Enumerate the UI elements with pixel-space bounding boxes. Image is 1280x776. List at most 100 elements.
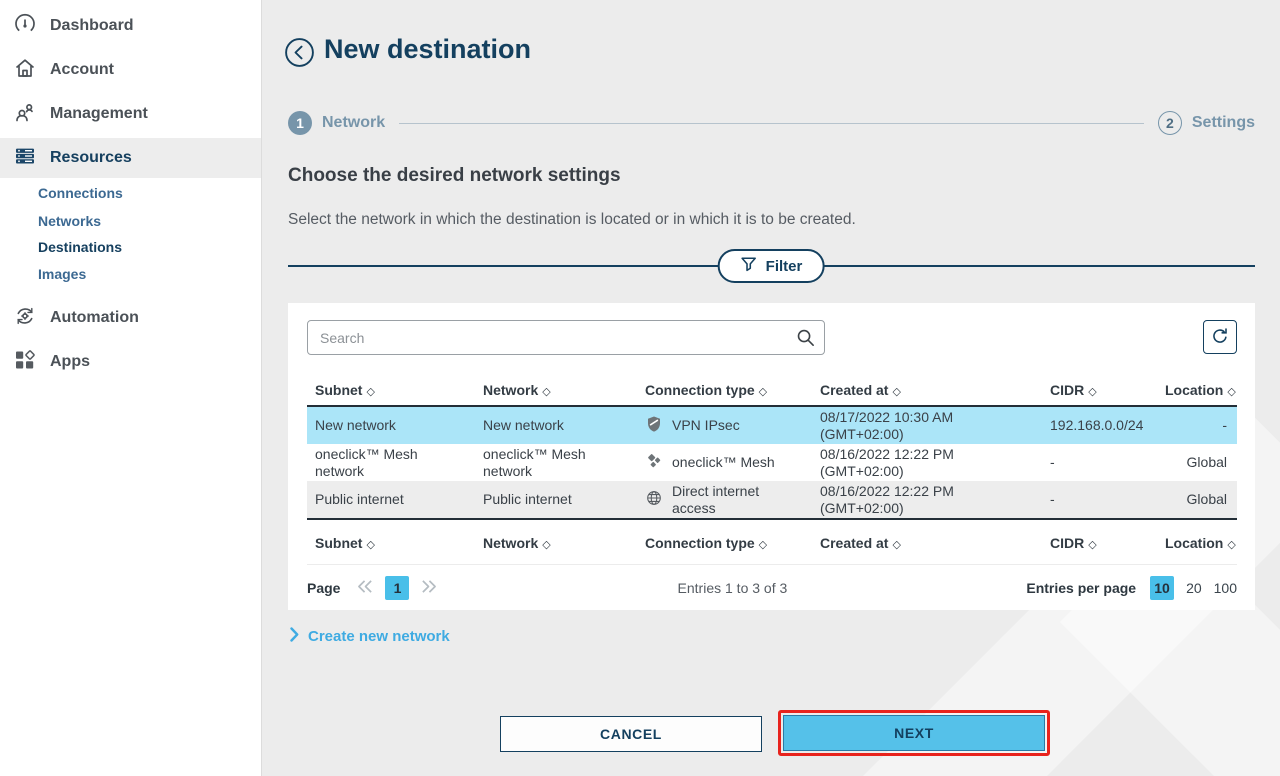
- column-header-subnet[interactable]: Subnet ◇: [307, 382, 475, 398]
- mesh-icon: [645, 452, 663, 474]
- entries-per-page-label: Entries per page: [1026, 579, 1137, 596]
- table-row[interactable]: oneclick™ Mesh network oneclick™ Mesh ne…: [307, 444, 1237, 482]
- main-content: New destination 1 Network 2 Settings Cho…: [262, 0, 1280, 776]
- search-icon[interactable]: [795, 327, 816, 353]
- shield-icon: [645, 415, 663, 437]
- server-icon: [13, 144, 37, 173]
- sidebar-item-connections[interactable]: Connections: [38, 182, 123, 204]
- cell-subnet: oneclick™ Mesh network: [315, 446, 418, 479]
- cell-location: -: [1222, 417, 1227, 434]
- create-new-network-link[interactable]: Create new network: [290, 627, 450, 646]
- network-table-card: Subnet◇ Network◇ Connection type◇ Create…: [288, 303, 1255, 610]
- sidebar-item-label: Management: [50, 105, 148, 122]
- current-page-indicator[interactable]: 1: [385, 575, 410, 600]
- table-row[interactable]: Public internet Public internet Direct i: [307, 481, 1237, 519]
- first-page-button[interactable]: [356, 579, 375, 597]
- sidebar: Dashboard Account Management Resources C…: [0, 0, 262, 776]
- apps-grid-icon: [13, 348, 37, 377]
- column-header-subnet[interactable]: Subnet ◇: [307, 535, 475, 551]
- sidebar-item-account[interactable]: Account: [0, 50, 261, 90]
- sort-icon: ◇: [892, 539, 901, 552]
- wizard-stepper: 1 Network 2 Settings: [288, 110, 1255, 136]
- sidebar-item-destinations[interactable]: Destinations: [38, 236, 122, 258]
- column-header-cidr[interactable]: CIDR ◇: [1042, 535, 1157, 551]
- back-button[interactable]: [284, 37, 315, 68]
- sort-icon: ◇: [892, 386, 901, 398]
- sidebar-subitem-label: Networks: [38, 213, 102, 229]
- connection-type-label: Direct internet access: [672, 483, 760, 516]
- sort-icon: ◇: [1227, 539, 1236, 552]
- sort-icon: ◇: [1088, 539, 1097, 552]
- sidebar-item-apps[interactable]: Apps: [0, 342, 261, 382]
- cell-cidr: -: [1050, 454, 1055, 471]
- sidebar-item-label: Resources: [50, 149, 132, 166]
- column-header-connection-type[interactable]: Connection type ◇: [637, 535, 812, 551]
- chevron-right-icon: [290, 627, 299, 646]
- sort-icon: ◇: [1227, 386, 1236, 398]
- sort-icon: ◇: [758, 539, 768, 552]
- filter-button-label: Filter: [765, 257, 803, 275]
- sort-icon: ◇: [542, 539, 551, 552]
- users-icon: [13, 100, 37, 129]
- sidebar-item-dashboard[interactable]: Dashboard: [0, 6, 261, 46]
- cell-subnet: Public internet: [315, 491, 404, 508]
- step-network[interactable]: 1 Network: [288, 111, 385, 135]
- annotation-highlight-box: NEXT: [778, 710, 1050, 756]
- networks-table: Subnet ◇ Network ◇ Connection type ◇ Create…: [307, 375, 1237, 566]
- cell-network: Public internet: [483, 491, 572, 508]
- search-field-wrapper: [307, 320, 825, 355]
- sidebar-item-images[interactable]: Images: [38, 263, 86, 285]
- filter-button[interactable]: Filter: [717, 249, 825, 283]
- refresh-button[interactable]: [1203, 320, 1237, 354]
- step-label: Network: [322, 114, 386, 131]
- cell-cidr: 192.168.0.0/24: [1050, 417, 1144, 434]
- next-button[interactable]: NEXT: [783, 715, 1045, 751]
- step-number-badge: 2: [1157, 111, 1182, 135]
- globe-icon: [645, 489, 663, 511]
- column-header-created-at[interactable]: Created at ◇: [812, 535, 1042, 551]
- column-header-location[interactable]: Location ◇: [1157, 382, 1246, 398]
- sort-icon: ◇: [758, 386, 768, 398]
- connection-type-label: oneclick™ Mesh: [672, 454, 775, 471]
- sidebar-item-label: Automation: [50, 309, 139, 326]
- column-header-network[interactable]: Network ◇: [475, 382, 637, 398]
- column-header-connection-type[interactable]: Connection type ◇: [637, 382, 812, 398]
- sort-icon: ◇: [366, 539, 375, 552]
- sidebar-subitem-label: Destinations: [38, 239, 123, 255]
- page-size-option-100[interactable]: 100: [1214, 580, 1237, 596]
- double-chevron-right-icon: [419, 579, 438, 597]
- stepper-connector: [399, 122, 1144, 124]
- column-header-created-at[interactable]: Created at ◇: [812, 382, 1042, 398]
- cancel-button[interactable]: CANCEL: [500, 716, 762, 752]
- table-body: New network New network VPN IPsec 08/17/…: [307, 407, 1237, 521]
- page-size-option-20[interactable]: 20: [1186, 580, 1202, 596]
- sidebar-item-networks[interactable]: Networks: [38, 210, 101, 232]
- double-chevron-left-icon: [356, 579, 375, 597]
- cell-created-at: 08/16/2022 12:22 PM (GMT+02:00): [820, 483, 954, 516]
- sort-icon: ◇: [366, 386, 375, 398]
- sidebar-item-resources[interactable]: Resources: [0, 138, 261, 178]
- search-input[interactable]: [307, 320, 825, 355]
- sidebar-subitem-label: Images: [38, 266, 87, 282]
- funnel-icon: [740, 255, 758, 277]
- table-row[interactable]: New network New network VPN IPsec 08/17/…: [307, 407, 1237, 445]
- sidebar-item-label: Dashboard: [50, 17, 134, 34]
- column-header-cidr[interactable]: CIDR ◇: [1042, 382, 1157, 398]
- cell-connection-type: VPN IPsec: [637, 413, 812, 439]
- pagination-bar: Page 1 Entries 1 to 3 of 3 Entries per p…: [307, 564, 1237, 610]
- create-new-network-label: Create new network: [308, 628, 450, 645]
- sidebar-item-automation[interactable]: Automation: [0, 298, 261, 338]
- sidebar-subitem-label: Connections: [38, 185, 123, 201]
- page-size-option-10[interactable]: 10: [1150, 575, 1175, 600]
- column-header-network[interactable]: Network ◇: [475, 535, 637, 551]
- refresh-icon: [1210, 326, 1230, 349]
- column-header-location[interactable]: Location ◇: [1157, 535, 1246, 551]
- step-settings[interactable]: 2 Settings: [1157, 111, 1255, 135]
- sync-gear-icon: [13, 304, 37, 333]
- cell-connection-type: oneclick™ Mesh: [637, 450, 812, 476]
- step-label: Settings: [1191, 114, 1255, 131]
- last-page-button[interactable]: [419, 579, 438, 597]
- sidebar-item-management[interactable]: Management: [0, 94, 261, 134]
- sort-icon: ◇: [542, 386, 551, 398]
- section-description: Select the network in which the destinat…: [288, 211, 856, 228]
